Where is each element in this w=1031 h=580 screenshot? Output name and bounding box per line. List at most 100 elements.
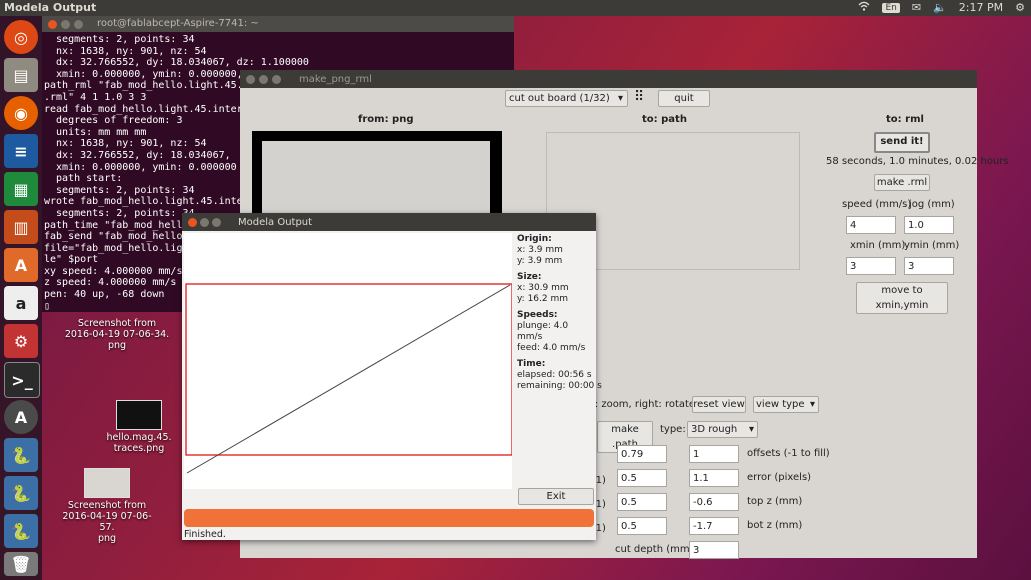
exit-button[interactable]: Exit	[518, 488, 594, 505]
grid-icon[interactable]: ⠿	[634, 90, 644, 104]
bot-z-label: bot z (mm)	[747, 520, 803, 531]
terminal-line: nx: 1638, ny: 901, nz: 54	[44, 45, 207, 57]
maximize-icon[interactable]	[212, 217, 221, 227]
modela-output-window[interactable]: Modela Output Origin: x: 3.9 mm y: 3.9 m…	[182, 213, 602, 540]
overlap-field[interactable]: 0.5	[617, 469, 667, 487]
wifi-icon[interactable]	[858, 1, 870, 14]
feed-speed: feed: 4.0 mm/s	[517, 343, 586, 353]
board-outline	[185, 283, 513, 456]
calc-icon[interactable]: ▦	[4, 172, 38, 206]
progress-bar	[184, 509, 594, 527]
minimize-icon[interactable]	[61, 19, 70, 29]
window-titlebar[interactable]: Modela Output	[182, 213, 596, 231]
desktop-file-screenshot-2[interactable]: Screenshot from 2016-04-19 07-06-57. png	[62, 468, 152, 544]
window-titlebar[interactable]: make_png_rml	[240, 70, 977, 88]
terminal-line: dx: 32.766552, dy: 18.034067, dz: 1.1000…	[44, 57, 309, 69]
jog-label: jog (mm)	[909, 199, 955, 210]
time-estimate: 58 seconds, 1.0 minutes, 0.02 hours	[826, 156, 1009, 167]
parameter-field[interactable]: 0.5	[617, 493, 667, 511]
origin-x: x: 3.9 mm	[517, 245, 563, 255]
parameter-field[interactable]: 0.5	[617, 517, 667, 535]
update-icon[interactable]: A	[4, 400, 38, 434]
remaining-time: remaining: 00:00 s	[517, 381, 602, 391]
desktop-file-traces[interactable]: hello.mag.45. traces.png	[98, 400, 180, 454]
trash-icon[interactable]: 🗑	[4, 552, 38, 576]
from-png-heading: from: png	[358, 114, 414, 125]
type-select[interactable]: 3D rough ▾	[687, 421, 758, 438]
desktop-file-screenshot-1[interactable]: Screenshot from 2016-04-19 07-06-34. png	[58, 318, 176, 351]
amazon-icon[interactable]: a	[4, 286, 38, 320]
python-icon[interactable]: 🐍	[4, 514, 38, 548]
bot-z-field[interactable]: -1.7	[689, 517, 739, 535]
software-center-icon[interactable]: A	[4, 248, 38, 282]
error-field[interactable]: 1.1	[689, 469, 739, 487]
view-hint: l: zoom, right: rotate	[592, 399, 696, 410]
close-icon[interactable]	[188, 217, 197, 227]
reset-view-button[interactable]: reset view	[692, 396, 746, 413]
ymin-field[interactable]: 3	[904, 257, 954, 275]
top-z-field[interactable]: -0.6	[689, 493, 739, 511]
launcher: ◎ ▤ ◉ ≡ ▦ ▥ A a ⚙ >_ A 🐍 🐍 🐍 🗑	[0, 16, 42, 580]
view-type-select[interactable]: view type ▾	[753, 396, 819, 413]
minimize-icon[interactable]	[259, 74, 268, 84]
maximize-icon[interactable]	[272, 74, 281, 84]
move-to-xmin-ymin-button[interactable]: move to xmin,ymin	[856, 282, 948, 314]
type-select-value: 3D rough	[691, 424, 738, 435]
file-thumbnail	[116, 400, 162, 430]
settings-gear-icon[interactable]: ⚙	[1015, 1, 1025, 14]
speed-label: speed (mm/s)	[842, 199, 912, 210]
impress-icon[interactable]: ▥	[4, 210, 38, 244]
make-rml-button[interactable]: make .rml	[874, 174, 930, 191]
volume-icon[interactable]: 🔈	[933, 1, 947, 14]
files-icon[interactable]: ▤	[4, 58, 38, 92]
desktop-file-label: Screenshot from 2016-04-19 07-06-57. png	[62, 500, 152, 544]
process-select[interactable]: cut out board (1/32) ▾	[505, 90, 628, 107]
size-y: y: 16.2 mm	[517, 294, 568, 304]
offsets-field[interactable]: 1	[689, 445, 739, 463]
terminal-titlebar[interactable]: root@fablabcept-Aspire-7741: ~	[42, 16, 514, 32]
toolpath-canvas	[184, 233, 513, 489]
ymin-label: ymin (mm)	[904, 240, 960, 251]
view-type-value: view type	[756, 399, 805, 410]
cut-depth-label: cut depth (mm)	[615, 544, 694, 555]
to-rml-heading: to: rml	[886, 114, 924, 125]
close-icon[interactable]	[246, 74, 255, 84]
toolpath-line	[186, 284, 511, 474]
close-icon[interactable]	[48, 19, 57, 29]
maximize-icon[interactable]	[74, 19, 83, 29]
cut-depth-field[interactable]: 3	[689, 541, 739, 559]
time-heading: Time:	[517, 359, 546, 369]
desktop-file-label: hello.mag.45. traces.png	[106, 432, 172, 454]
python-icon[interactable]: 🐍	[4, 438, 38, 472]
python-icon[interactable]: 🐍	[4, 476, 38, 510]
speed-field[interactable]: 4	[846, 216, 896, 234]
keyboard-layout-indicator[interactable]: En	[882, 2, 900, 13]
elapsed-time: elapsed: 00:56 s	[517, 370, 592, 380]
minimize-icon[interactable]	[200, 217, 209, 227]
job-info-panel: Origin: x: 3.9 mm y: 3.9 mm Size: x: 30.…	[517, 234, 602, 392]
window-title: make_png_rml	[299, 73, 372, 85]
system-settings-icon[interactable]: ⚙	[4, 324, 38, 358]
chevron-down-icon: ▾	[748, 424, 754, 435]
to-path-heading: to: path	[642, 114, 687, 125]
terminal-icon[interactable]: >_	[4, 362, 40, 398]
xmin-field[interactable]: 3	[846, 257, 896, 275]
jog-field[interactable]: 1.0	[904, 216, 954, 234]
firefox-icon[interactable]: ◉	[4, 96, 38, 130]
send-it-button[interactable]: send it!	[874, 132, 930, 153]
mail-icon[interactable]: ✉	[912, 1, 921, 14]
offset-diameter-field[interactable]: 0.79	[617, 445, 667, 463]
origin-heading: Origin:	[517, 234, 552, 244]
writer-icon[interactable]: ≡	[4, 134, 38, 168]
quit-button[interactable]: quit	[658, 90, 710, 107]
png-preview-inner	[262, 141, 490, 217]
size-heading: Size:	[517, 272, 542, 282]
desktop-file-label: Screenshot from 2016-04-19 07-06-34. png	[64, 318, 170, 351]
status-text: Finished.	[184, 529, 226, 540]
toolpath-drawing	[185, 283, 513, 474]
xmin-label: xmin (mm)	[850, 240, 906, 251]
clock[interactable]: 2:17 PM	[959, 1, 1003, 14]
png-preview	[252, 131, 502, 221]
chevron-down-icon: ▾	[617, 93, 623, 104]
dash-home-icon[interactable]: ◎	[4, 20, 38, 54]
